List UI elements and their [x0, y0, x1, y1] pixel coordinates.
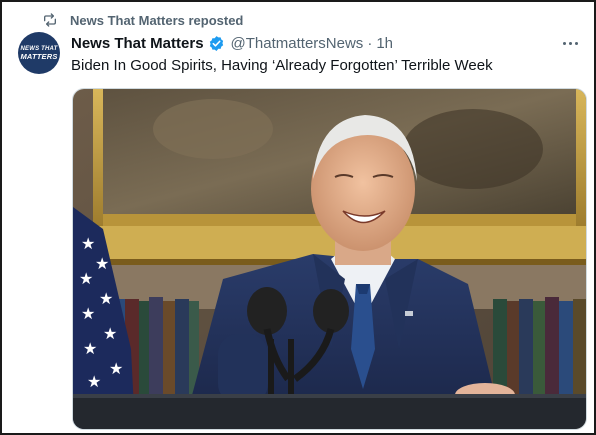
svg-text:★: ★ — [81, 234, 95, 253]
avatar[interactable]: NEWS THAT MATTERS — [18, 32, 60, 74]
svg-text:★: ★ — [83, 339, 97, 358]
separator-dot: · — [367, 34, 373, 52]
svg-text:★: ★ — [109, 359, 123, 378]
repost-label[interactable]: News That Matters reposted — [70, 13, 243, 28]
svg-text:★: ★ — [87, 372, 101, 391]
repost-indicator: News That Matters reposted — [42, 11, 243, 29]
more-dot — [562, 41, 566, 45]
svg-text:★: ★ — [95, 254, 109, 273]
svg-text:★: ★ — [79, 269, 93, 288]
svg-text:★: ★ — [99, 289, 113, 308]
more-options-button[interactable] — [560, 35, 580, 51]
svg-text:★: ★ — [81, 304, 95, 323]
tweet-header: News That Matters @ThatmattersNews · 1h — [71, 33, 393, 53]
more-dot — [574, 41, 578, 45]
more-dot — [568, 41, 572, 45]
timestamp[interactable]: 1h — [376, 35, 393, 52]
photo-image: ★ ★ ★ ★ ★ ★ ★ ★ ★ — [73, 89, 586, 429]
verified-badge-icon[interactable] — [208, 35, 225, 52]
repost-icon — [42, 12, 58, 28]
tweet-card[interactable]: News That Matters reposted NEWS THAT MAT… — [0, 0, 596, 435]
handle[interactable]: @ThatmattersNews — [231, 35, 364, 52]
display-name[interactable]: News That Matters — [71, 35, 204, 52]
svg-text:★: ★ — [103, 324, 117, 343]
tweet-photo[interactable]: ★ ★ ★ ★ ★ ★ ★ ★ ★ — [72, 88, 587, 430]
tweet-text: Biden In Good Spirits, Having ‘Already F… — [71, 57, 493, 74]
